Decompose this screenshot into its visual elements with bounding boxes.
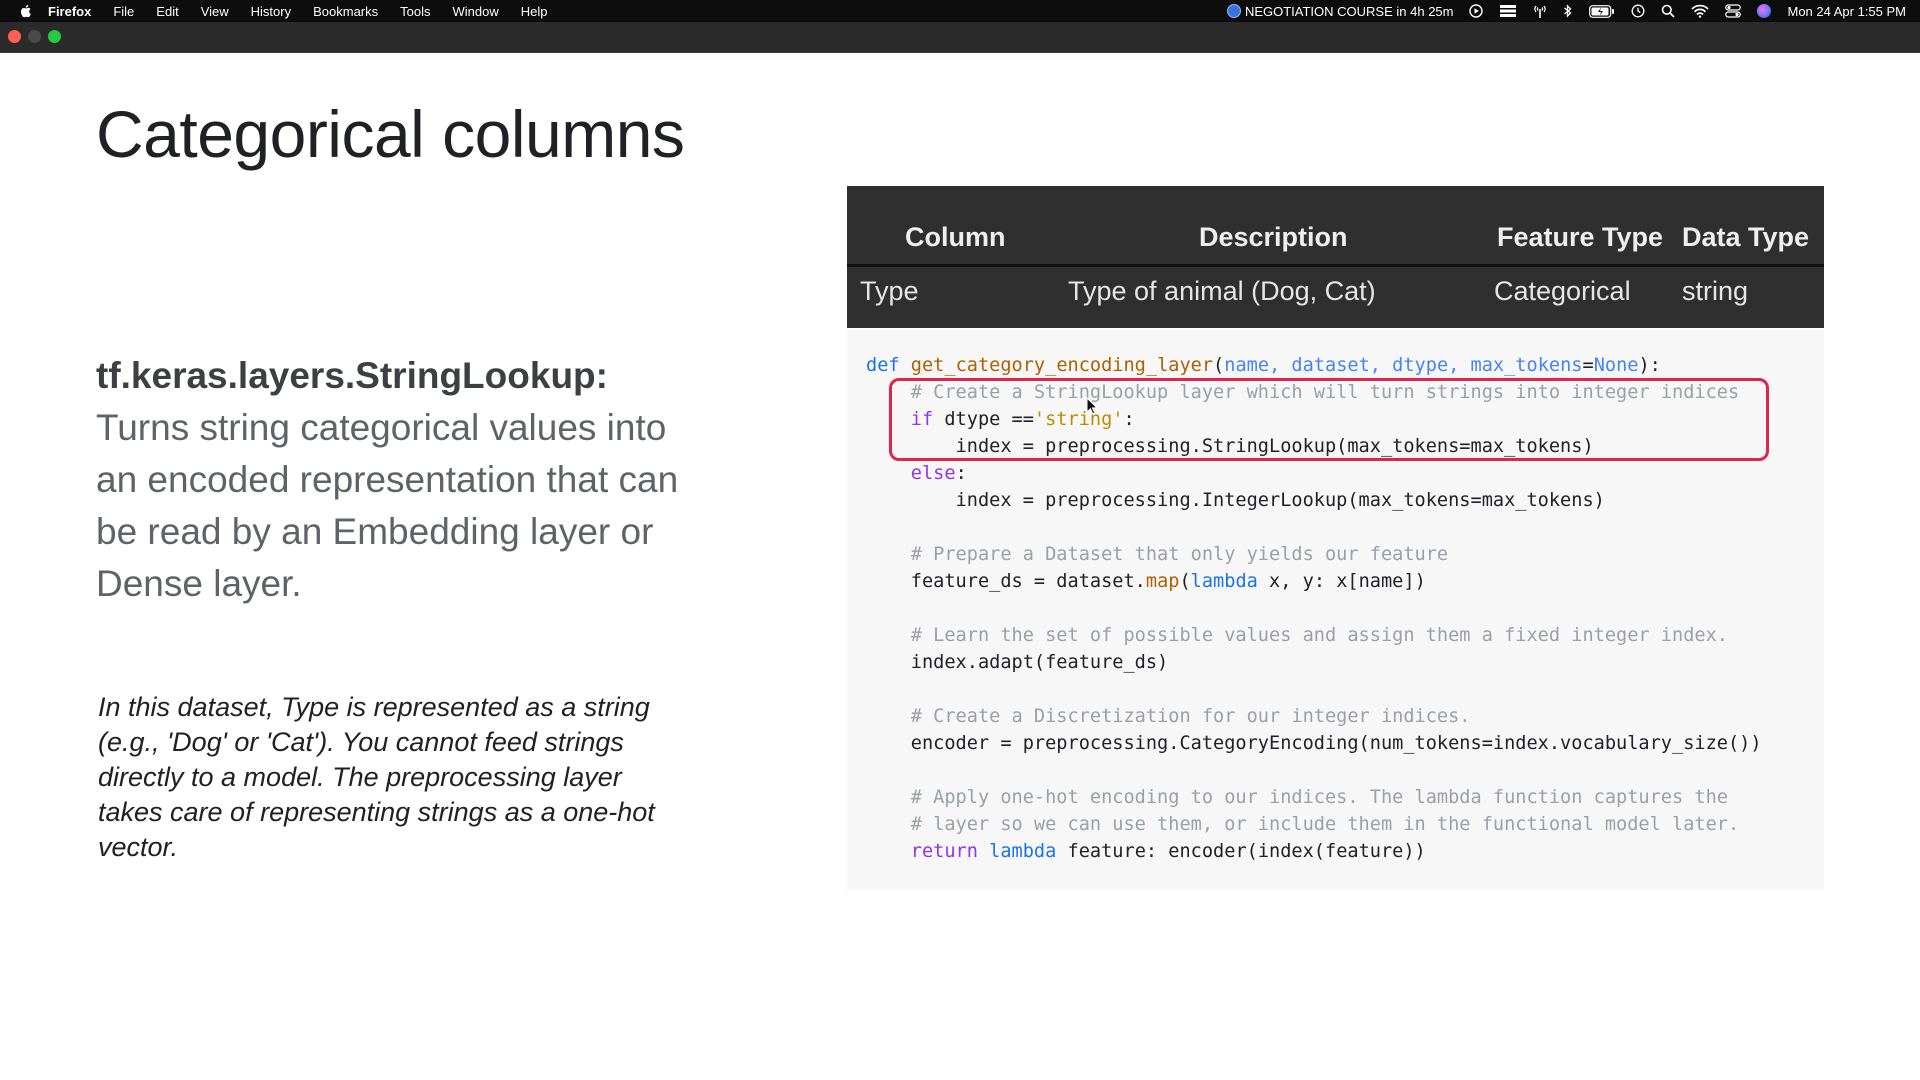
code-comment-6: # layer so we can use them, or include t… [910, 814, 1740, 835]
table-cell-feature-type: Categorical [1494, 276, 1631, 306]
table-cell-data-type: string [1682, 276, 1749, 306]
menubar-clock[interactable]: Mon 24 Apr 1:55 PM [1787, 4, 1906, 19]
calendar-event-label: NEGOTIATION COURSE in 4h 25m [1244, 3, 1454, 19]
code-def-keyword: def [866, 355, 900, 376]
api-name: tf.keras.layers.StringLookup: [96, 355, 608, 396]
code-feature-ds-start: feature_ds = dataset. [910, 571, 1146, 592]
menu-edit[interactable]: Edit [156, 4, 178, 19]
bluetooth-icon[interactable] [1563, 4, 1573, 18]
menu-view[interactable]: View [201, 4, 229, 19]
code-feature-ds-end: x, y: x[name]) [1257, 571, 1426, 592]
siri-icon[interactable] [1757, 4, 1772, 18]
layers-icon[interactable] [1499, 4, 1517, 18]
code-adapt-line: index.adapt(feature_ds) [910, 652, 1169, 673]
close-window-icon[interactable] [8, 30, 21, 43]
mouse-cursor-icon [1086, 397, 1098, 415]
api-description: Turns string categorical values into an … [96, 407, 679, 604]
code-function-name: get_category_encoding_layer [910, 355, 1214, 376]
menu-app-firefox[interactable]: Firefox [48, 4, 91, 19]
control-center-icon[interactable] [1725, 4, 1742, 18]
table-header-data-type: Data Type [1682, 222, 1810, 252]
fullscreen-window-icon[interactable] [48, 30, 61, 43]
code-map: map [1145, 571, 1180, 592]
calendar-event-icon [1226, 4, 1241, 18]
apple-icon[interactable] [18, 3, 34, 19]
code-integerlookup-line: index = preprocessing.IntegerLookup(max_… [955, 490, 1605, 511]
code-none: None [1593, 355, 1639, 376]
play-icon[interactable] [1469, 4, 1484, 18]
menu-tools[interactable]: Tools [400, 4, 430, 19]
menu-history[interactable]: History [251, 4, 291, 19]
code-lambda: lambda [1190, 571, 1258, 592]
code-comment-3: # Learn the set of possible values and a… [910, 625, 1728, 646]
search-icon[interactable] [1661, 4, 1676, 18]
code-comment-2: # Prepare a Dataset that only yields our… [910, 544, 1449, 565]
table-cell-description: Type of animal (Dog, Cat) [1068, 276, 1376, 306]
code-comment-5: # Apply one-hot encoding to our indices.… [910, 787, 1728, 808]
window-titlebar [0, 22, 1920, 53]
table-header-column: Column [905, 222, 1006, 252]
time-machine-icon[interactable] [1631, 4, 1645, 18]
table-header-divider [847, 264, 1824, 267]
antenna-icon[interactable] [1533, 4, 1547, 18]
calendar-event[interactable]: NEGOTIATION COURSE in 4h 25m [1226, 3, 1454, 19]
minimize-window-icon[interactable] [28, 30, 41, 43]
table-cell-column: Type [860, 276, 919, 306]
menu-file[interactable]: File [113, 4, 134, 19]
code-comment-4: # Create a Discretization for our intege… [910, 706, 1471, 727]
menu-bar: Firefox File Edit View History Bookmarks… [0, 0, 1920, 22]
wifi-icon[interactable] [1691, 4, 1710, 18]
code-else-keyword: else [910, 463, 956, 484]
feature-table: Column Description Feature Type Data Typ… [847, 186, 1824, 328]
menu-help[interactable]: Help [521, 4, 548, 19]
battery-icon[interactable] [1589, 4, 1615, 18]
menu-bookmarks[interactable]: Bookmarks [313, 4, 378, 19]
slide-title: Categorical columns [96, 97, 685, 171]
highlight-annotation [889, 378, 1769, 461]
code-return-lambda: lambda [989, 841, 1057, 862]
code-params: name, dataset, dtype, max_tokens [1224, 355, 1583, 376]
table-header-description: Description [1199, 222, 1348, 252]
dataset-note: In this dataset, Type is represented as … [98, 692, 655, 862]
code-return-keyword: return [910, 841, 978, 862]
code-return-rest: feature: encoder(index(feature)) [1056, 841, 1426, 862]
code-encoder-line: encoder = preprocessing.CategoryEncoding… [910, 733, 1762, 754]
api-description-block: tf.keras.layers.StringLookup: Turns stri… [96, 350, 716, 610]
menu-window[interactable]: Window [453, 4, 499, 19]
table-header-feature-type: Feature Type [1497, 222, 1664, 252]
